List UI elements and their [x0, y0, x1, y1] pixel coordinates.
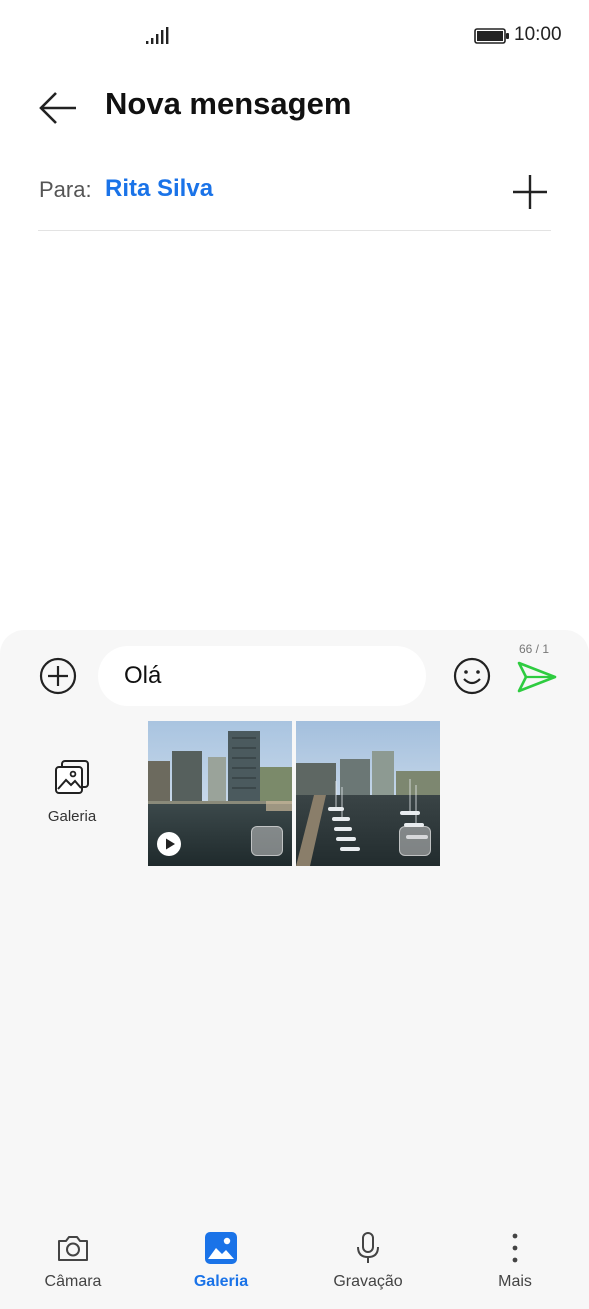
send-icon[interactable] — [516, 660, 558, 694]
nav-gallery[interactable]: Galeria — [166, 1225, 276, 1291]
recipient-row: Para: Rita Silva — [38, 160, 551, 231]
add-attachment-icon[interactable] — [38, 656, 78, 696]
add-recipient-icon[interactable] — [510, 172, 550, 212]
emoji-icon[interactable] — [451, 655, 493, 697]
gallery-icon — [205, 1232, 237, 1264]
nav-recording-label: Gravação — [333, 1273, 403, 1290]
gallery-icon — [55, 760, 89, 794]
nav-recording[interactable]: Gravação — [313, 1225, 423, 1291]
back-arrow-icon[interactable] — [36, 88, 80, 128]
select-checkbox[interactable] — [399, 826, 431, 856]
nav-camera-label: Câmara — [44, 1273, 102, 1290]
gallery-shortcut-label: Galeria — [47, 808, 97, 825]
composer-panel — [0, 630, 589, 1309]
header: Nova mensagem — [0, 70, 589, 150]
recipient-label: Para: — [39, 177, 92, 202]
nav-more-label: Mais — [498, 1273, 532, 1290]
signal-icon — [146, 27, 169, 44]
nav-camera[interactable]: Câmara — [18, 1225, 128, 1291]
nav-more[interactable]: Mais — [460, 1225, 570, 1291]
page-title: Nova mensagem — [105, 86, 352, 121]
character-counter: 66 / 1 — [519, 642, 550, 656]
bottom-nav: Câmara Galeria Gravação Mais — [0, 1225, 589, 1309]
nav-gallery-label: Galeria — [193, 1273, 249, 1290]
media-thumbnail-video[interactable] — [148, 721, 292, 866]
status-time: 10:00 — [514, 24, 562, 45]
select-checkbox[interactable] — [251, 826, 283, 856]
camera-icon — [58, 1236, 88, 1261]
recipient-chip[interactable]: Rita Silva — [105, 175, 213, 203]
more-vertical-icon — [512, 1233, 518, 1263]
gallery-shortcut[interactable]: Galeria — [40, 758, 104, 830]
status-bar: 10:00 — [0, 0, 589, 70]
microphone-icon — [357, 1232, 379, 1263]
media-thumbnail-image[interactable] — [296, 721, 440, 866]
play-icon — [157, 832, 181, 856]
battery-icon — [474, 28, 509, 44]
message-input[interactable] — [98, 646, 426, 706]
